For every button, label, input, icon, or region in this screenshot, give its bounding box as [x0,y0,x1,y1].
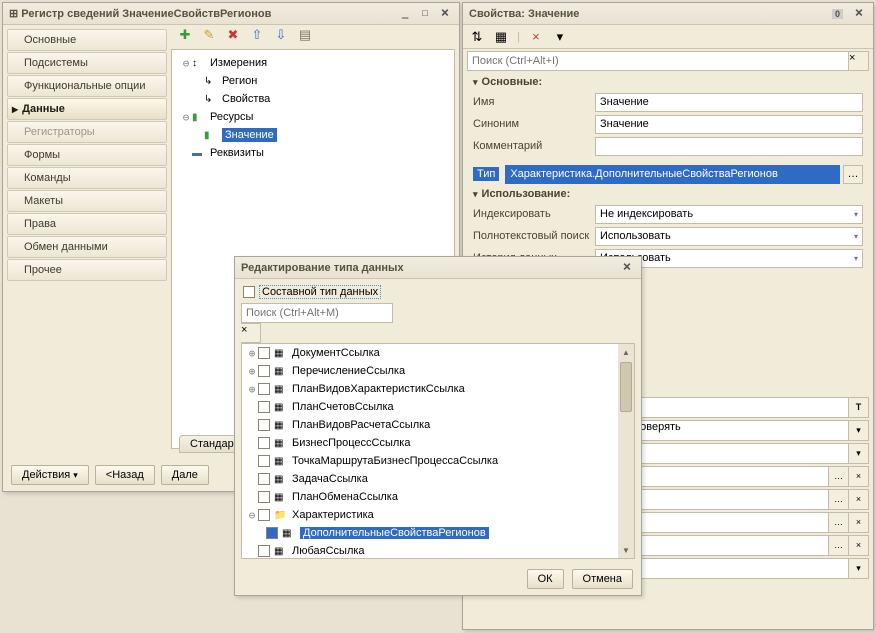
scroll-down-icon: ▼ [618,542,634,558]
scroll-thumb [620,362,632,412]
stub-row[interactable]: …× [629,535,869,556]
properties-search-input[interactable] [467,51,849,71]
sidebar-item-data[interactable]: Данные [7,98,167,120]
edit-icon[interactable]: ✎ [201,27,217,43]
prop-fulltext[interactable]: Использовать [595,227,863,246]
type-dialog-close-icon[interactable] [619,260,635,276]
sidebar-item-funcopts[interactable]: Функциональные опции [7,75,167,97]
prop-type-label: Тип [473,167,499,181]
type-search-clear-icon[interactable]: × [241,323,261,343]
type-item-selected[interactable]: ▦ДополнительныеСвойстваРегионов [242,524,634,542]
tree-item-properties[interactable]: ↳Свойства [172,90,454,108]
type-item[interactable]: ▦ЛюбаяСсылка [242,542,634,559]
delete-icon[interactable]: ✖ [225,27,241,43]
sidebar-item-subsystems[interactable]: Подсистемы [7,52,167,74]
type-item[interactable]: ⊕▦ПланВидовХарактеристикСсылка [242,380,634,398]
stub-row[interactable]: …× [629,489,869,510]
type-item[interactable]: ⊕▦ПеречислениеСсылка [242,362,634,380]
scrollbar[interactable]: ▲ ▼ [618,344,634,558]
ok-button[interactable]: ОК [527,569,564,589]
section-usage[interactable]: Использование: [463,185,873,203]
type-group-characteristic[interactable]: ⊖📁Характеристика [242,506,634,524]
prop-comment[interactable] [595,137,863,156]
add-icon[interactable]: ✚ [177,27,193,43]
tree-group-resources[interactable]: ⊖▮Ресурсы [172,108,454,126]
type-list: ⊕▦ДокументСсылка ⊕▦ПеречислениеСсылка ⊕▦… [241,343,635,559]
minimize-icon[interactable] [397,6,413,22]
sidebar-item-registrators: Регистраторы [7,121,167,143]
scroll-up-icon: ▲ [618,344,634,360]
type-item[interactable]: ▦ПланОбменаСсылка [242,488,634,506]
back-button[interactable]: <Назад [95,465,155,485]
type-item[interactable]: ▦ТочкаМаршрутаБизнесПроцессаСсылка [242,452,634,470]
list-icon[interactable]: ▤ [297,27,313,43]
type-item[interactable]: ⊕▦ДокументСсылка [242,344,634,362]
sidebar-item-forms[interactable]: Формы [7,144,167,166]
tree-item-value[interactable]: ▮Значение [172,126,454,144]
search-clear-icon[interactable]: × [849,51,869,71]
stub-row[interactable]: ▾ [629,558,869,579]
type-item[interactable]: ▦ПланВидовРасчетаСсылка [242,416,634,434]
moveup-icon[interactable]: ⇧ [249,27,265,43]
register-titlebar: ⊞ Регистр сведений ЗначениеСвойствРегион… [3,3,459,25]
tree-item-region[interactable]: ↳Регион [172,72,454,90]
type-item[interactable]: ▦ПланСчетовСсылка [242,398,634,416]
close-icon[interactable] [437,6,453,22]
sidebar: Основные Подсистемы Функциональные опции… [3,25,171,453]
type-dialog: Редактирование типа данных Составной тип… [234,256,642,596]
dropdown-icon[interactable]: ▾ [552,29,568,45]
tree-toolbar: ✚ ✎ ✖ ⇧ ⇩ ▤ [171,25,459,45]
prop-index[interactable]: Не индексировать [595,205,863,224]
actions-button[interactable]: Действия ▾ [11,465,89,485]
properties-close-icon[interactable] [851,6,867,22]
maximize-icon[interactable] [417,6,433,22]
next-button[interactable]: Дале [161,465,209,485]
register-title: Регистр сведений ЗначениеСвойствРегионов [21,8,271,20]
sidebar-item-other[interactable]: Прочее [7,259,167,281]
stub-row[interactable]: T [629,397,869,418]
movedown-icon[interactable]: ⇩ [273,27,289,43]
type-search-input[interactable] [241,303,393,323]
prop-type[interactable]: Характеристика.ДополнительныеСвойстваРег… [505,165,840,184]
filter-icon[interactable]: ▦ [493,29,509,45]
type-dialog-title: Редактирование типа данных [241,262,404,274]
properties-titlebar: Свойства: Значение 0 [463,3,873,25]
badge: 0 [832,9,843,19]
stub-row[interactable]: …× [629,466,869,487]
sidebar-item-commands[interactable]: Команды [7,167,167,189]
clear-icon[interactable]: × [528,29,544,45]
composite-type-checkbox[interactable]: Составной тип данных [243,285,635,299]
tree-group-dimensions[interactable]: ⊖↕Измерения [172,54,454,72]
type-item[interactable]: ▦ЗадачаСсылка [242,470,634,488]
sidebar-item-exchange[interactable]: Обмен данными [7,236,167,258]
sort-icon[interactable]: ⇅ [469,29,485,45]
sidebar-item-layouts[interactable]: Макеты [7,190,167,212]
prop-synonym[interactable]: Значение [595,115,863,134]
prop-name[interactable]: Значение [595,93,863,112]
properties-title: Свойства: Значение [469,8,579,20]
cancel-button[interactable]: Отмена [572,569,633,589]
sidebar-item-main[interactable]: Основные [7,29,167,51]
sidebar-item-rights[interactable]: Права [7,213,167,235]
section-main[interactable]: Основные: [463,73,873,91]
tree-group-attributes[interactable]: ▬Реквизиты [172,144,454,162]
type-dialog-titlebar: Редактирование типа данных [235,257,641,279]
stub-row[interactable]: ▾ [629,443,869,464]
stub-row[interactable]: …× [629,512,869,533]
type-ellipsis-button[interactable]: … [843,165,863,184]
type-item[interactable]: ▦БизнесПроцессСсылка [242,434,634,452]
stub-row[interactable]: роверять▾ [629,420,869,441]
